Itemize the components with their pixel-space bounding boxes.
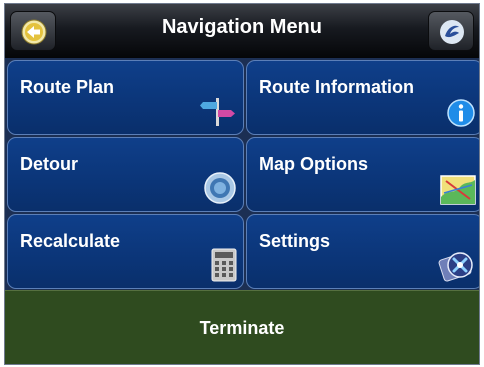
detour-button[interactable]: Detour <box>7 137 244 212</box>
route-information-label: Route Information <box>259 77 414 97</box>
navigation-menu-screen: Navigation Menu Route Plan Route Informa… <box>4 3 480 365</box>
page-title: Navigation Menu <box>161 16 322 38</box>
recalculate-label: Recalculate <box>20 231 121 251</box>
route-information-button[interactable]: Route Information <box>246 60 479 135</box>
settings-icon <box>438 252 473 282</box>
info-icon <box>447 99 475 127</box>
map-icon <box>440 175 476 205</box>
app-logo-button[interactable] <box>428 11 474 51</box>
calculator-icon <box>211 248 237 282</box>
terminate-label: Terminate <box>199 318 285 338</box>
settings-label: Settings <box>259 231 331 251</box>
detour-icon <box>204 172 236 204</box>
map-options-label: Map Options <box>259 154 368 174</box>
signpost-icon <box>200 98 235 126</box>
map-options-button[interactable]: Map Options <box>246 137 479 212</box>
settings-button[interactable]: Settings <box>246 214 479 289</box>
terminate-button[interactable]: Terminate <box>5 290 479 364</box>
header-bar: Navigation Menu <box>5 4 479 58</box>
app-logo-icon <box>440 20 464 44</box>
route-plan-button[interactable]: Route Plan <box>7 60 244 135</box>
detour-label: Detour <box>20 154 78 174</box>
route-plan-label: Route Plan <box>20 77 115 97</box>
recalculate-button[interactable]: Recalculate <box>7 214 244 289</box>
